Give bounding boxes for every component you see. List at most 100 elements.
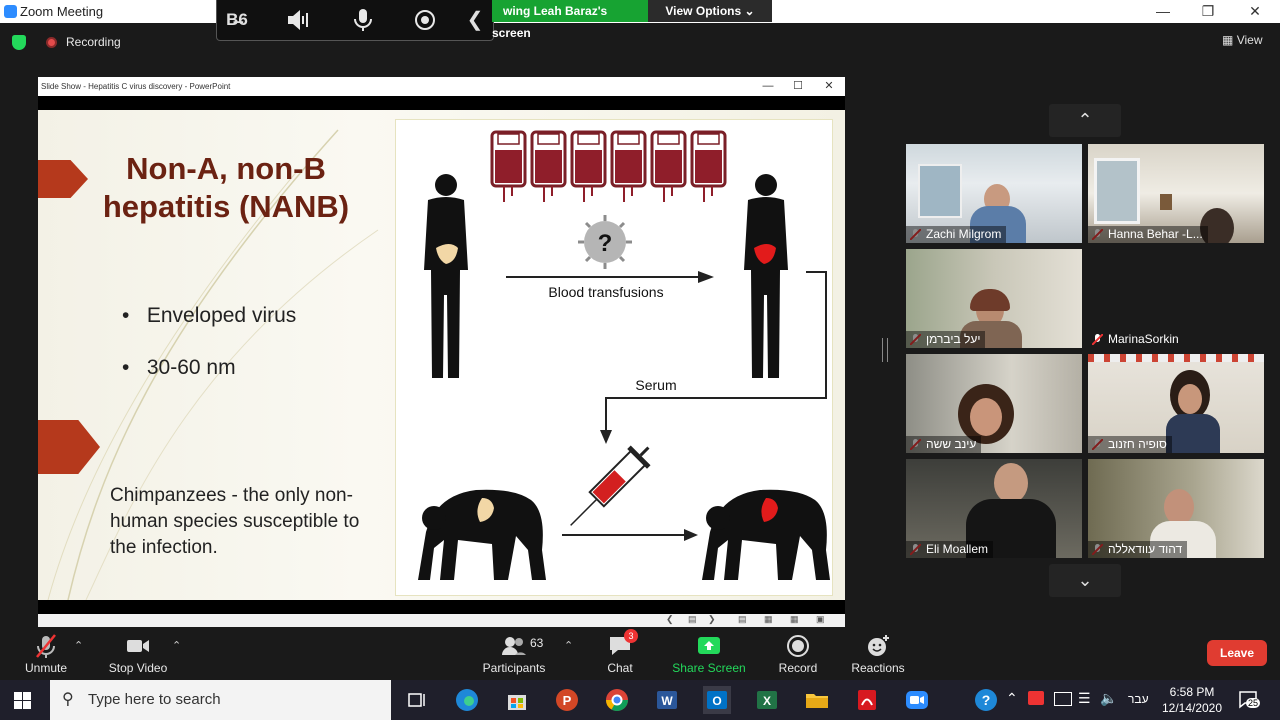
participant-video-tile[interactable]: יעל ביברמן [906,249,1082,348]
window-background [918,164,962,218]
file-explorer-icon[interactable] [803,686,831,714]
speaker-icon[interactable] [285,8,313,32]
previous-slide-icon[interactable]: ❮ [666,614,674,625]
slide-title-line-2: hepatitis (NANB) [102,189,350,224]
ppt-close-icon[interactable]: ✕ [817,77,841,96]
record-button[interactable]: Record [772,633,824,675]
chevron-down-icon: ⌄ [744,4,755,18]
view-layout-button[interactable]: ▦ View [1222,33,1262,47]
human-silhouette-right-icon [744,174,788,378]
serum-label: Serum [635,377,676,393]
human-silhouette-left-icon [424,174,468,378]
excel-app-icon[interactable]: X [753,686,781,714]
microsoft-store-icon[interactable] [503,686,531,714]
clock-date: 12/14/2020 [1161,701,1223,715]
slide-title: Non-A, non-B hepatitis (NANB) [96,150,356,226]
acrobat-reader-icon[interactable] [853,686,881,714]
minimize-button[interactable]: — [1148,2,1178,21]
participant-video-tile[interactable]: MarinaSorkin [1088,249,1264,348]
participant-video-tile[interactable]: סופיה חזנוב [1088,354,1264,453]
slide-title-line-1: Non-A, non-B [126,151,326,186]
syringe-icon [570,445,651,526]
slide-menu-icon[interactable]: ▤ [688,614,697,625]
record-label: Record [778,661,818,675]
window-title: Zoom Meeting [20,4,104,19]
ppt-minimize-icon[interactable]: — [756,77,780,96]
security-shield-icon[interactable] [12,35,26,50]
windows-start-icon[interactable] [14,692,31,714]
microphone-icon[interactable] [349,8,377,32]
participant-name: יעל ביברמן [906,331,986,348]
word-app-icon[interactable]: W [653,686,681,714]
input-language[interactable]: עבר [1128,692,1149,706]
slide-letterbox-bottom [38,600,845,614]
participant-video-tile[interactable]: Hanna Behar -L... [1088,144,1264,243]
stop-video-button[interactable]: Stop Video [102,633,174,675]
normal-view-icon[interactable]: ▤ [738,614,747,625]
svg-text:O: O [712,694,721,708]
slide-bullet-item: • Enveloped virus [122,304,297,327]
outlook-app-icon[interactable]: O [703,686,731,714]
panel-resize-handle[interactable] [882,338,888,362]
taskbar-search-box[interactable]: ⚲ Type here to search [50,680,391,720]
ink-settings-icon[interactable]: B̶6 [223,8,251,32]
participant-video-tile[interactable]: עינב ששה [906,354,1082,453]
participant-name: MarinaSorkin [1108,332,1179,346]
powerpoint-window-title: Slide Show - Hepatitis C virus discovery… [41,82,231,91]
notification-count: 25 [1246,698,1261,708]
task-view-icon[interactable] [403,686,431,714]
share-screen-label: Share Screen [672,661,746,675]
participant-face [994,463,1028,503]
reactions-label: Reactions [851,661,905,675]
reactions-smiley-icon [868,635,889,656]
ppt-maximize-icon[interactable]: ☐ [786,77,810,96]
participant-name: דהוד עוודאללה [1088,541,1188,558]
participant-video-tile[interactable]: דהוד עוודאללה [1088,459,1264,558]
video-camera-icon [127,640,149,652]
powerpoint-app-icon[interactable]: P [553,686,581,714]
action-center-icon[interactable]: 25 [1238,690,1261,710]
record-icon [787,635,809,657]
participant-video-tile[interactable]: Zachi Milgrom [906,144,1082,243]
blood-bags-icon [490,130,727,204]
reactions-button[interactable]: Reactions [846,633,910,675]
system-clock[interactable]: 6:58 PM 12/14/2020 [1160,684,1224,716]
search-placeholder: Type here to search [88,691,221,708]
gallery-up-button[interactable]: ⌃ [1049,104,1121,137]
view-options-button[interactable]: View Options ⌄ [648,0,772,22]
next-slide-icon[interactable]: ❯ [708,614,716,625]
unmute-button[interactable]: Unmute [18,633,74,675]
share-screen-icon [698,637,720,654]
wifi-icon[interactable]: ☰ [1078,690,1091,707]
participant-video-tile[interactable]: Eli Moallem [906,459,1082,558]
share-screen-button[interactable]: Share Screen [668,633,750,675]
transfusion-label: Blood transfusions [548,284,663,300]
clock-time: 6:58 PM [1169,685,1215,699]
video-options-chevron-icon[interactable]: ⌃ [172,639,181,652]
collapse-chevron-icon[interactable]: ❮ [461,8,489,32]
gallery-down-button[interactable]: ⌄ [1049,564,1121,597]
battery-icon[interactable] [1054,692,1072,706]
audio-options-chevron-icon[interactable]: ⌃ [74,639,83,652]
slideshow-view-icon[interactable]: ▣ [816,614,825,625]
svg-text:?: ? [982,692,991,708]
edge-browser-icon[interactable] [453,686,481,714]
chrome-browser-icon[interactable] [603,686,631,714]
zoom-app-icon[interactable] [903,686,931,714]
slide-sorter-icon[interactable]: ▦ [764,614,773,625]
volume-icon[interactable]: 🔈 [1100,690,1117,707]
show-hidden-icons-icon[interactable]: ⌃ [1006,690,1018,707]
leave-meeting-button[interactable]: Leave [1207,640,1267,666]
reading-view-icon[interactable]: ▦ [790,614,799,625]
participants-options-chevron-icon[interactable]: ⌃ [564,639,573,652]
unknown-virus-icon: ? [578,215,632,269]
windows-taskbar: ⚲ Type here to search P W O X ? ⌃ ☰ 🔈 עב… [0,680,1280,720]
participant-face [1164,489,1194,525]
participants-button[interactable]: 63 Participants [478,633,550,675]
help-icon[interactable]: ? [972,686,1000,714]
maximize-button[interactable]: ❐ [1193,2,1223,21]
close-button[interactable]: ✕ [1240,2,1270,21]
chat-button[interactable]: 3 Chat [598,629,642,675]
broadcast-icon[interactable] [411,8,439,32]
tray-app-icon[interactable] [1028,691,1044,705]
